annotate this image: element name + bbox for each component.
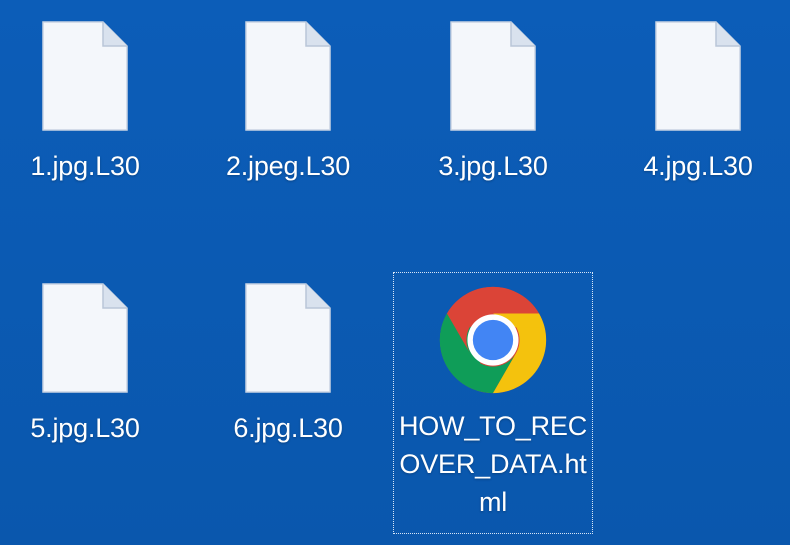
blank-file-icon (245, 283, 331, 393)
blank-file-icon (450, 21, 536, 131)
file-label: 1.jpg.L30 (30, 151, 140, 181)
desktop-area: 1.jpg.L30 2.jpeg.L30 3.jpg.L30 4.jpg.L30… (0, 0, 790, 545)
blank-file-icon (42, 21, 128, 131)
file-item-3-jpg[interactable]: 3.jpg.L30 (403, 20, 583, 186)
blank-file-icon (655, 21, 741, 131)
file-label: 6.jpg.L30 (233, 413, 343, 443)
chrome-icon (439, 286, 547, 394)
file-item-4-jpg[interactable]: 4.jpg.L30 (608, 20, 788, 186)
blank-file-icon (42, 283, 128, 393)
file-label: 4.jpg.L30 (643, 151, 753, 181)
file-item-5-jpg[interactable]: 5.jpg.L30 (0, 282, 175, 448)
blank-file-icon (245, 21, 331, 131)
file-label: HOW_TO_RECOVER_DATA.html (398, 411, 588, 517)
file-label: 5.jpg.L30 (30, 413, 140, 443)
file-label: 3.jpg.L30 (438, 151, 548, 181)
file-item-6-jpg[interactable]: 6.jpg.L30 (198, 282, 378, 448)
file-item-1-jpg[interactable]: 1.jpg.L30 (0, 20, 175, 186)
file-item-2-jpeg[interactable]: 2.jpeg.L30 (198, 20, 378, 186)
file-label: 2.jpeg.L30 (225, 151, 351, 181)
file-item-ransom-note-html[interactable]: HOW_TO_RECOVER_DATA.html (393, 272, 593, 534)
